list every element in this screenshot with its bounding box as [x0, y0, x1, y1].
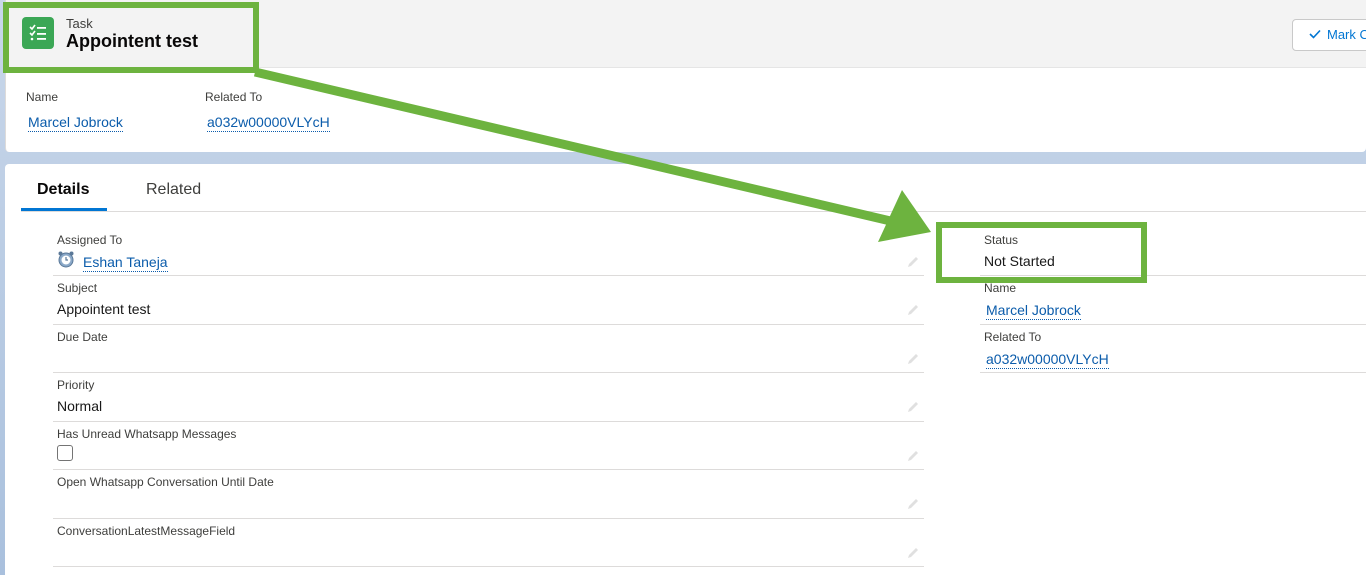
- annotation-arrow: [253, 67, 931, 242]
